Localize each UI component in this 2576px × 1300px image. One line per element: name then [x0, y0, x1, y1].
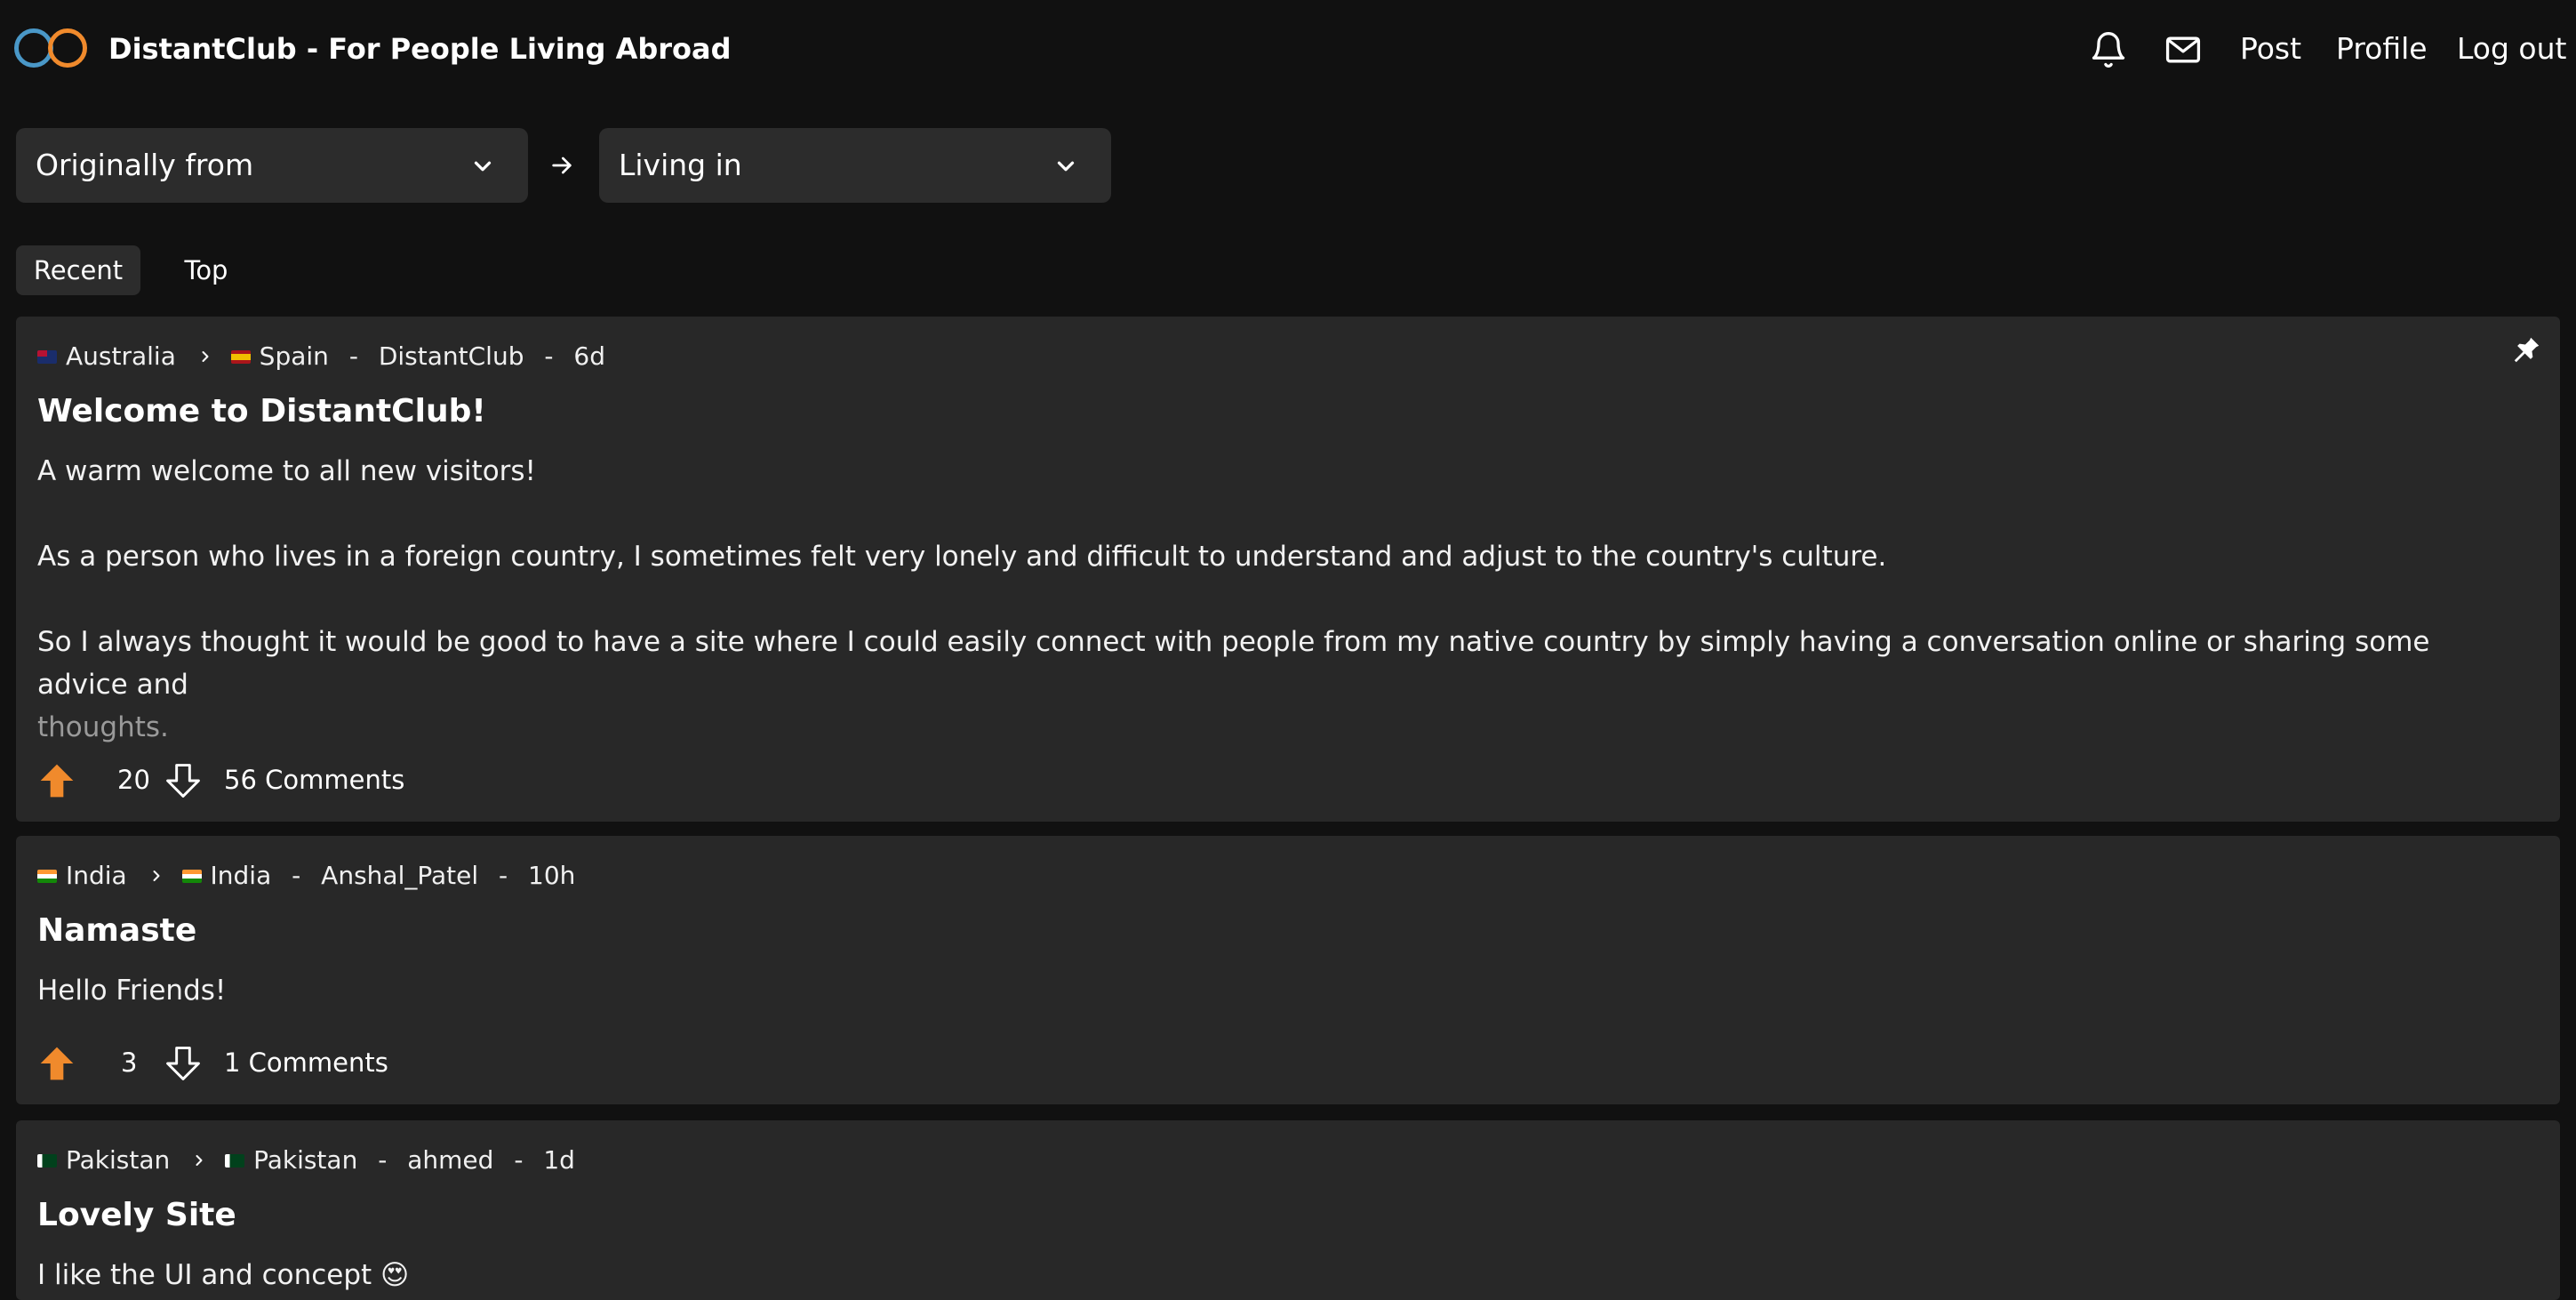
- flag-spain-icon: [230, 349, 251, 364]
- post-meta: Australia Spain - DistantClub - 6d: [37, 338, 605, 374]
- originally-from-label: Originally from: [36, 148, 254, 182]
- post-link[interactable]: Post: [2240, 27, 2301, 71]
- top-nav-bar: DistantClub - For People Living Abroad P…: [0, 0, 2576, 100]
- logo-ring-orange: [48, 28, 87, 68]
- post-author[interactable]: Anshal_Patel: [321, 858, 478, 894]
- post-age: 6d: [573, 341, 605, 371]
- post-meta: India India - Anshal_Patel - 10h: [37, 857, 575, 894]
- post-body: Hello Friends!: [37, 969, 2526, 1012]
- vote-count: 20: [117, 765, 150, 795]
- mail-icon[interactable]: [2164, 30, 2203, 69]
- tab-recent[interactable]: Recent: [16, 245, 140, 295]
- logout-link[interactable]: Log out: [2457, 27, 2566, 71]
- post-title[interactable]: Namaste: [37, 909, 196, 953]
- chevron-right-icon: [196, 1155, 203, 1166]
- chevron-down-icon: [474, 161, 492, 172]
- flag-pakistan-icon: [225, 1153, 245, 1168]
- comments-link[interactable]: 1 Comments: [224, 1040, 388, 1085]
- post-meta: Pakistan Pakistan - ahmed - 1d: [37, 1142, 575, 1178]
- post-from-country[interactable]: Pakistan: [66, 1143, 170, 1178]
- downvote-arrow-icon[interactable]: [164, 1044, 203, 1083]
- flag-india-icon: [181, 869, 202, 883]
- flag-india-icon: [37, 869, 57, 883]
- chevron-right-icon: [202, 351, 209, 362]
- meta-separator: -: [544, 341, 554, 371]
- originally-from-select[interactable]: Originally from: [16, 128, 528, 203]
- post-card[interactable]: Australia Spain - DistantClub - 6d Welco…: [16, 317, 2560, 822]
- post-body-line: A warm welcome to all new visitors!: [37, 455, 536, 487]
- post-age: 10h: [528, 861, 576, 890]
- meta-separator: -: [348, 341, 358, 371]
- downvote-arrow-icon[interactable]: [164, 761, 203, 800]
- site-logo[interactable]: [14, 28, 89, 69]
- living-in-label: Living in: [619, 148, 742, 182]
- tab-top[interactable]: Top: [169, 245, 244, 295]
- post-author[interactable]: DistantClub: [379, 339, 524, 374]
- post-from-country[interactable]: Australia: [66, 339, 176, 374]
- post-title[interactable]: Lovely Site: [37, 1193, 236, 1238]
- profile-link[interactable]: Profile: [2336, 27, 2428, 71]
- vote-count: 3: [121, 1047, 138, 1078]
- meta-separator: -: [292, 861, 301, 890]
- post-age: 1d: [543, 1145, 575, 1175]
- meta-separator: -: [499, 861, 508, 890]
- post-to-country[interactable]: India: [211, 858, 272, 894]
- post-body-line-faded: thoughts.: [37, 711, 169, 743]
- site-title[interactable]: DistantClub - For People Living Abroad: [108, 27, 732, 71]
- post-title[interactable]: Welcome to DistantClub!: [37, 389, 486, 434]
- post-author[interactable]: ahmed: [407, 1143, 493, 1178]
- flag-australia-icon: [37, 349, 57, 364]
- post-body-line: Hello Friends!: [37, 975, 227, 1007]
- living-in-select[interactable]: Living in: [599, 128, 1111, 203]
- post-body-line: So I always thought it would be good to …: [37, 626, 2430, 701]
- chevron-down-icon: [1057, 161, 1075, 172]
- post-body: I like the UI and concept 😍: [37, 1254, 2526, 1296]
- meta-separator: -: [378, 1145, 388, 1175]
- post-body-line: I like the UI and concept 😍: [37, 1259, 410, 1291]
- post-card[interactable]: India India - Anshal_Patel - 10h Namaste…: [16, 836, 2560, 1104]
- post-to-country[interactable]: Spain: [260, 339, 329, 374]
- pin-icon: [2514, 337, 2540, 363]
- post-body-line: As a person who lives in a foreign count…: [37, 541, 1887, 573]
- chevron-right-icon: [153, 871, 160, 881]
- post-card[interactable]: Pakistan Pakistan - ahmed - 1d Lovely Si…: [16, 1120, 2560, 1300]
- flag-pakistan-icon: [37, 1153, 57, 1168]
- post-actions: 20 56 Comments: [37, 758, 482, 802]
- post-from-country[interactable]: India: [66, 858, 127, 894]
- comments-link[interactable]: 56 Comments: [224, 758, 404, 802]
- post-body: A warm welcome to all new visitors! As a…: [37, 450, 2526, 749]
- upvote-arrow-icon[interactable]: [37, 1044, 76, 1083]
- post-actions: 3 1 Comments: [37, 1040, 482, 1085]
- bell-icon[interactable]: [2089, 30, 2128, 69]
- arrow-right-icon: [552, 156, 572, 174]
- meta-separator: -: [514, 1145, 524, 1175]
- upvote-arrow-icon[interactable]: [37, 761, 76, 800]
- post-to-country[interactable]: Pakistan: [253, 1143, 357, 1178]
